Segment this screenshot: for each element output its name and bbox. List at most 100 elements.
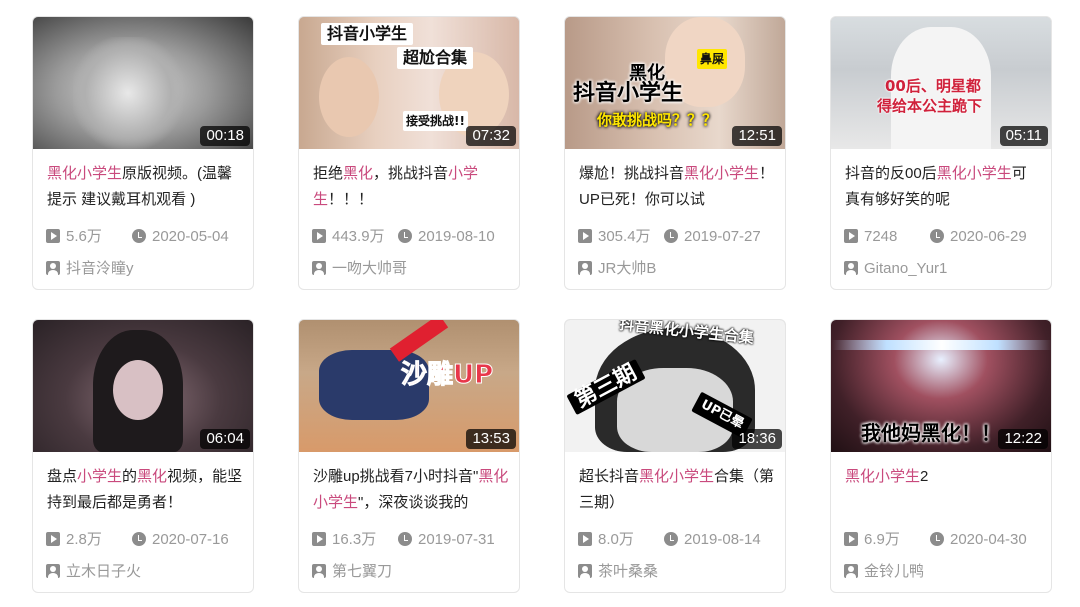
title-text: 拒绝 (313, 165, 344, 182)
duration-badge: 12:22 (998, 429, 1048, 449)
video-title[interactable]: 爆尬！挑战抖音黑化小学生！UP已死！你可以试 (579, 161, 775, 213)
view-count: 305.4万 (598, 228, 651, 245)
duration-badge: 07:32 (466, 126, 516, 146)
video-thumbnail[interactable]: 抖音小学生 超尬合集 接受挑战!! 07:32 (299, 17, 519, 149)
user-icon (844, 564, 858, 578)
user-icon (578, 261, 592, 275)
upload-date: 2020-05-04 (152, 228, 229, 245)
title-text: 抖音的反00后 (845, 165, 937, 182)
play-count-icon (46, 229, 60, 243)
title-keyword-highlight: 黑化 (343, 165, 374, 182)
view-count: 6.9万 (864, 531, 900, 548)
title-text: 的 (122, 468, 138, 485)
play-count-icon (578, 532, 592, 546)
duration-badge: 00:18 (200, 126, 250, 146)
author-name: 第七翼刀 (332, 563, 393, 580)
author-link[interactable]: Gitano_Yur1 (844, 259, 947, 279)
video-title[interactable]: 沙雕up挑战看7小时抖音"黑化小学生"，深夜谈谈我的 (313, 464, 509, 516)
author-name: JR大帅B (598, 260, 657, 277)
upload-date: 2020-06-29 (950, 228, 1027, 245)
video-thumbnail[interactable]: 00后、明星都 得给本公主跪下 05:11 (831, 17, 1051, 149)
duration-badge: 05:11 (999, 126, 1048, 146)
author-name: 一吻大帅哥 (332, 260, 408, 277)
clock-icon (132, 532, 146, 546)
view-count: 7248 (864, 228, 898, 245)
view-count: 2.8万 (66, 531, 102, 548)
user-icon (844, 261, 858, 275)
thumbnail-caption: 超尬合集 (397, 47, 474, 69)
title-keyword-highlight: 黑化小学生 (47, 165, 123, 182)
video-title[interactable]: 抖音的反00后黑化小学生可真有够好笑的呢 (845, 161, 1041, 213)
video-title[interactable]: 黑化小学生2 (845, 464, 1041, 516)
title-keyword-highlight: 小学生 (77, 468, 123, 485)
video-card[interactable]: 我他妈黑化！！ 12:22 黑化小学生2 6.9万 2020-04-30 金铃儿… (830, 319, 1052, 593)
video-thumbnail[interactable]: 我他妈黑化！！ 12:22 (831, 320, 1051, 452)
clock-icon (664, 229, 678, 243)
video-card[interactable]: 沙雕UP 13:53 沙雕up挑战看7小时抖音"黑化小学生"，深夜谈谈我的 16… (298, 319, 520, 593)
author-name: 立木日子火 (66, 563, 142, 580)
thumbnail-caption: 鼻屎 (697, 49, 728, 69)
author-link[interactable]: 金铃儿鸭 (844, 562, 924, 582)
play-count-icon (312, 532, 326, 546)
view-count: 16.3万 (332, 531, 377, 548)
author-link[interactable]: 立木日子火 (46, 562, 141, 582)
author-name: Gitano_Yur1 (864, 260, 948, 277)
author-name: 抖音泠瞳y (66, 260, 134, 277)
video-card[interactable]: 06:04 盘点小学生的黑化视频，能坚持到最后都是勇者！ 2.8万 2020-0… (32, 319, 254, 593)
duration-badge: 12:51 (732, 126, 782, 146)
user-icon (312, 261, 326, 275)
title-keyword-highlight: 黑化小学生 (936, 165, 1012, 182)
thumbnail-caption: 你敢挑战吗？？？ (597, 111, 718, 129)
video-thumbnail[interactable]: 沙雕UP 13:53 (299, 320, 519, 452)
upload-date: 2020-04-30 (950, 531, 1027, 548)
author-link[interactable]: 茶叶桑桑 (578, 562, 658, 582)
play-count-icon (312, 229, 326, 243)
video-card[interactable]: 抖音小学生 超尬合集 接受挑战!! 07:32 拒绝黑化，挑战抖音小学生！！！ … (298, 16, 520, 290)
user-icon (312, 564, 326, 578)
upload-date: 2019-08-10 (418, 228, 495, 245)
title-text: ！！！ (328, 191, 374, 208)
title-text: 沙雕up挑战看7小时抖音" (313, 468, 479, 485)
video-thumbnail[interactable]: 抖音黑化小学生合集 第三期 UP已晕 18:36 (565, 320, 785, 452)
view-count: 8.0万 (598, 531, 634, 548)
title-text: "，深夜谈谈我的 (358, 494, 469, 511)
title-text: 2 (920, 468, 929, 485)
user-icon (46, 261, 60, 275)
author-link[interactable]: JR大帅B (578, 259, 656, 279)
user-icon (46, 564, 60, 578)
play-count-icon (844, 229, 858, 243)
view-count: 5.6万 (66, 228, 102, 245)
author-name: 茶叶桑桑 (598, 563, 659, 580)
video-card[interactable]: 00:18 黑化小学生原版视频。(温馨提示 建议戴耳机观看 ) 5.6万 202… (32, 16, 254, 290)
play-count-icon (844, 532, 858, 546)
clock-icon (930, 229, 944, 243)
title-text: 超长抖音 (579, 468, 640, 485)
upload-date: 2019-07-31 (418, 531, 495, 548)
thumbnail-caption: 抖音小学生 (573, 81, 684, 106)
video-card[interactable]: 抖音黑化小学生合集 第三期 UP已晕 18:36 超长抖音黑化小学生合集（第三期… (564, 319, 786, 593)
author-link[interactable]: 抖音泠瞳y (46, 259, 134, 279)
video-thumbnail[interactable]: 黑化 抖音小学生 你敢挑战吗？？？ 鼻屎 12:51 (565, 17, 785, 149)
video-card[interactable]: 00后、明星都 得给本公主跪下 05:11 抖音的反00后黑化小学生可真有够好笑… (830, 16, 1052, 290)
title-keyword-highlight: 黑化小学生 (845, 468, 921, 485)
video-title[interactable]: 盘点小学生的黑化视频，能坚持到最后都是勇者！ (47, 464, 243, 516)
author-name: 金铃儿鸭 (864, 563, 925, 580)
thumbnail-caption: 抖音小学生 (321, 23, 414, 45)
title-keyword-highlight: 黑化小学生 (684, 165, 760, 182)
title-text: 盘点 (47, 468, 78, 485)
duration-badge: 13:53 (466, 429, 516, 449)
video-thumbnail[interactable]: 06:04 (33, 320, 253, 452)
video-card[interactable]: 黑化 抖音小学生 你敢挑战吗？？？ 鼻屎 12:51 爆尬！挑战抖音黑化小学生！… (564, 16, 786, 290)
video-title[interactable]: 拒绝黑化，挑战抖音小学生！！！ (313, 161, 509, 213)
title-keyword-highlight: 黑化 (137, 468, 168, 485)
author-link[interactable]: 一吻大帅哥 (312, 259, 407, 279)
title-keyword-highlight: 黑化小学生 (639, 468, 715, 485)
video-thumbnail[interactable]: 00:18 (33, 17, 253, 149)
play-count-icon (578, 229, 592, 243)
upload-date: 2020-07-16 (152, 531, 229, 548)
duration-badge: 06:04 (200, 429, 250, 449)
author-link[interactable]: 第七翼刀 (312, 562, 392, 582)
video-title[interactable]: 超长抖音黑化小学生合集（第三期） (579, 464, 775, 516)
video-title[interactable]: 黑化小学生原版视频。(温馨提示 建议戴耳机观看 ) (47, 161, 243, 213)
clock-icon (930, 532, 944, 546)
